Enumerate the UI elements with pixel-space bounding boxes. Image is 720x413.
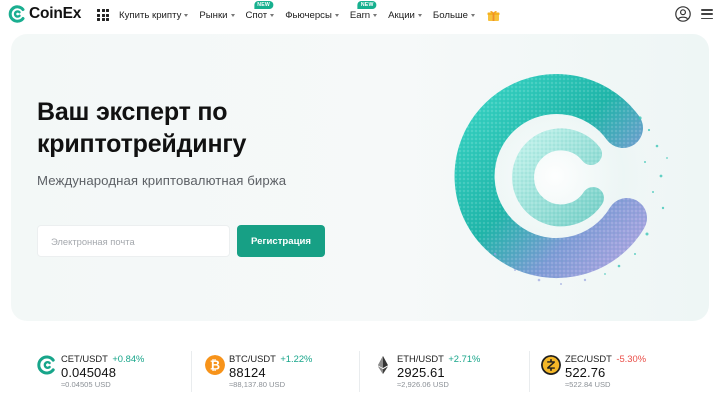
cet-coin-icon bbox=[37, 355, 55, 375]
price-change: +1.22% bbox=[280, 353, 313, 364]
divider bbox=[359, 351, 360, 392]
coinex-logo-icon bbox=[8, 5, 25, 23]
ticker-item-btc[interactable]: ₿ BTC/USDT +1.22% 88124 ≈88,137.80 USD bbox=[205, 343, 355, 403]
last-price: 0.045048 bbox=[61, 365, 117, 380]
eth-coin-icon bbox=[378, 356, 388, 374]
pair-row: ETH/USDT +2.71% bbox=[397, 353, 480, 364]
menu-icon[interactable] bbox=[701, 9, 713, 19]
price-change: +0.84% bbox=[112, 353, 145, 364]
nav-buy-crypto[interactable]: Купить крипту bbox=[119, 9, 189, 21]
last-price: 88124 bbox=[229, 365, 266, 380]
hero-subtitle: Международная криптовалютная биржа bbox=[37, 173, 287, 188]
nav-promotions[interactable]: Акции bbox=[388, 10, 422, 21]
nav-markets[interactable]: Рынки bbox=[199, 9, 235, 21]
pair-name: CET/USDT bbox=[61, 353, 108, 364]
nav-spot[interactable]: NEW Спот bbox=[245, 0, 275, 21]
chevron-down-icon bbox=[373, 14, 378, 17]
divider bbox=[529, 351, 530, 392]
divider bbox=[191, 351, 192, 392]
new-badge: NEW bbox=[254, 0, 273, 9]
ticker-item-eth[interactable]: ETH/USDT +2.71% 2925.61 ≈2,926.06 USD bbox=[373, 343, 523, 403]
pair-row: BTC/USDT +1.22% bbox=[229, 353, 312, 364]
btc-coin-icon: ₿ bbox=[205, 355, 225, 375]
pair-name: ETH/USDT bbox=[397, 353, 444, 364]
usd-equivalent: ≈88,137.80 USD bbox=[229, 380, 286, 389]
top-navigation-bar: CoinEx Купить крипту Рынки NEW Спот Фьюч… bbox=[0, 0, 720, 30]
usd-equivalent: ≈0.04505 USD bbox=[61, 380, 111, 389]
hero-banner: Ваш эксперт по криптотрейдингу Междунаро… bbox=[11, 34, 709, 321]
pair-row: CET/USDT +0.84% bbox=[61, 353, 144, 364]
apps-grid-icon[interactable] bbox=[97, 9, 109, 21]
nav-label: Фьючерсы bbox=[285, 9, 332, 21]
price-change: -5.30% bbox=[616, 353, 647, 364]
svg-text:₿: ₿ bbox=[210, 358, 220, 372]
chevron-down-icon bbox=[184, 14, 189, 17]
chevron-down-icon bbox=[230, 14, 235, 17]
hero-title: Ваш эксперт по криптотрейдингу bbox=[37, 98, 247, 158]
nav-label: Больше bbox=[432, 9, 468, 21]
nav-futures[interactable]: Фьючерсы bbox=[285, 10, 339, 21]
pair-name: ZEC/USDT bbox=[565, 353, 612, 364]
nav-label: Акции bbox=[388, 9, 415, 21]
new-badge: NEW bbox=[357, 0, 377, 9]
price-change: +2.71% bbox=[448, 353, 481, 364]
chevron-down-icon bbox=[334, 14, 339, 17]
email-input[interactable] bbox=[37, 225, 230, 257]
register-button[interactable]: Регистрация bbox=[237, 225, 325, 257]
chevron-down-icon bbox=[270, 14, 275, 17]
main-nav: Купить крипту Рынки NEW Спот Фьючерсы NE… bbox=[119, 0, 500, 30]
market-ticker: CET/USDT +0.84% 0.045048 ≈0.04505 USD ₿ … bbox=[0, 343, 720, 403]
nav-earn[interactable]: NEW Earn bbox=[349, 0, 378, 21]
chevron-down-icon bbox=[470, 14, 475, 17]
gift-icon[interactable] bbox=[487, 9, 500, 22]
usd-equivalent: ≈522.84 USD bbox=[565, 380, 611, 389]
logo-text: CoinEx bbox=[29, 5, 82, 22]
usd-equivalent: ≈2,926.06 USD bbox=[397, 380, 449, 389]
ticker-item-zec[interactable]: ZEC/USDT -5.30% 522.76 ≈522.84 USD bbox=[541, 343, 691, 403]
last-price: 2925.61 bbox=[397, 365, 445, 380]
nav-label: Купить крипту bbox=[119, 9, 182, 21]
last-price: 522.76 bbox=[565, 365, 606, 380]
nav-more[interactable]: Больше bbox=[433, 10, 475, 21]
nav-label: Earn bbox=[349, 9, 371, 21]
zec-coin-icon bbox=[541, 355, 561, 375]
pair-name: BTC/USDT bbox=[229, 353, 276, 364]
ticker-item-cet[interactable]: CET/USDT +0.84% 0.045048 ≈0.04505 USD bbox=[37, 343, 187, 403]
chevron-down-icon bbox=[417, 14, 422, 17]
pair-row: ZEC/USDT -5.30% bbox=[565, 353, 646, 364]
nav-label: Спот bbox=[245, 9, 268, 21]
user-icon[interactable] bbox=[675, 6, 691, 22]
coinex-3d-logo-illustration bbox=[440, 61, 670, 291]
nav-label: Рынки bbox=[199, 9, 228, 21]
coinex-logo[interactable]: CoinEx bbox=[8, 5, 81, 23]
